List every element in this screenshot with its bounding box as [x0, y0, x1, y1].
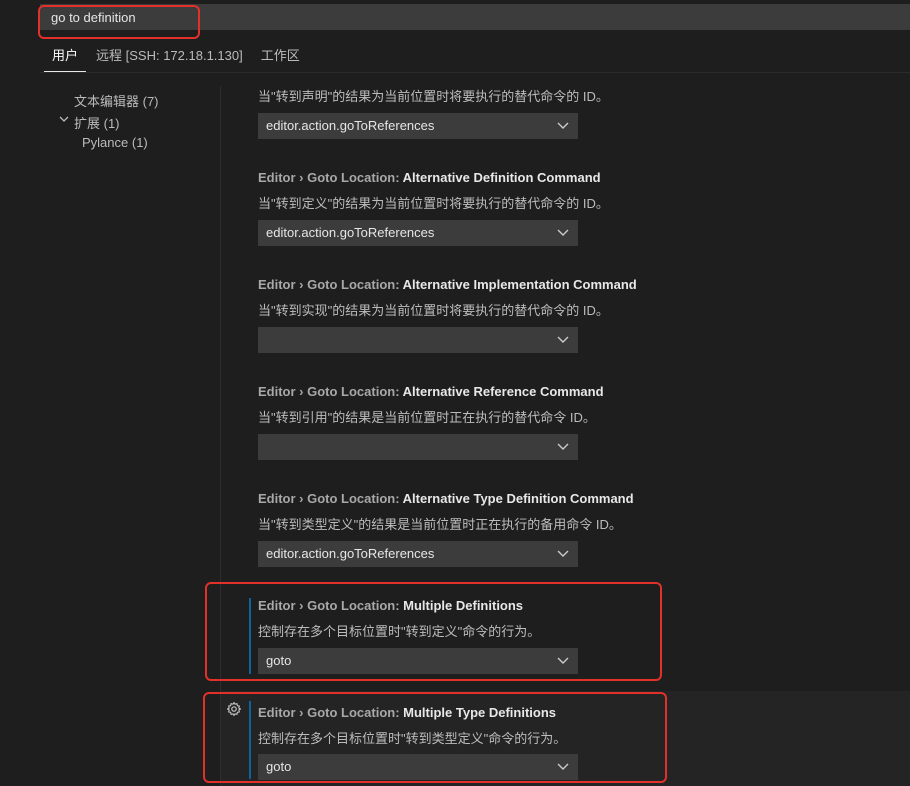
setting-name: Alternative Type Definition Command	[402, 491, 634, 506]
setting-title: Editor › Goto Location: Multiple Type De…	[258, 705, 556, 720]
settings-search-bar[interactable]	[40, 4, 910, 30]
chevron-down-icon	[557, 336, 569, 343]
toc-item-extensions[interactable]: 扩展 (1)	[74, 113, 120, 132]
dropdown-value: goto	[266, 653, 292, 668]
setting-name: Alternative Implementation Command	[402, 277, 637, 292]
toc-item-text-editor[interactable]: 文本编辑器 (7)	[74, 91, 159, 110]
setting-name: Multiple Definitions	[403, 598, 524, 613]
setting-title: Editor › Goto Location: Alternative Defi…	[258, 170, 601, 185]
setting-description: 控制存在多个目标位置时"转到定义"命令的行为。	[258, 624, 541, 639]
chevron-down-icon	[557, 122, 569, 129]
setting-category: Editor › Goto Location:	[258, 170, 403, 185]
setting-category: Editor › Goto Location:	[258, 277, 403, 292]
gear-icon[interactable]	[226, 701, 242, 717]
modified-indicator	[249, 701, 251, 779]
setting-multiple-type-definitions: Editor › Goto Location: Multiple Type De…	[221, 691, 910, 786]
setting-multiple-definitions: Editor › Goto Location: Multiple Definit…	[221, 598, 910, 705]
dropdown-value: editor.action.goToReferences	[266, 546, 435, 561]
setting-description: 当"转到声明"的结果为当前位置时将要执行的替代命令的 ID。	[258, 89, 609, 104]
setting-description: 当"转到实现"的结果为当前位置时将要执行的替代命令的 ID。	[258, 303, 609, 318]
setting-dropdown[interactable]: goto	[258, 754, 578, 780]
setting-title: Editor › Goto Location: Alternative Type…	[258, 491, 634, 506]
chevron-down-icon[interactable]	[58, 113, 70, 125]
setting-alternative-reference-command: Editor › Goto Location: Alternative Refe…	[221, 384, 910, 491]
modified-indicator	[249, 598, 251, 674]
setting-category: Editor › Goto Location:	[258, 705, 404, 720]
setting-name: Multiple Type Definitions	[403, 705, 557, 720]
setting-dropdown[interactable]	[258, 327, 578, 353]
setting-category: Editor › Goto Location:	[258, 598, 404, 613]
setting-title: Editor › Goto Location: Alternative Refe…	[258, 384, 604, 399]
setting-alternative-definition-command: Editor › Goto Location: Alternative Defi…	[221, 170, 910, 277]
setting-category: Editor › Goto Location:	[258, 384, 403, 399]
toc-item-pylance[interactable]: Pylance (1)	[82, 135, 148, 150]
setting-name: Alternative Definition Command	[402, 170, 601, 185]
setting-title: Editor › Goto Location: Alternative Impl…	[258, 277, 637, 292]
dropdown-value: goto	[266, 759, 292, 774]
setting-dropdown[interactable]: editor.action.goToReferences	[258, 220, 578, 246]
tab-user[interactable]: 用户	[44, 46, 87, 72]
setting-dropdown[interactable]: editor.action.goToReferences	[258, 541, 578, 567]
setting-description: 当"转到定义"的结果为当前位置时将要执行的替代命令的 ID。	[258, 196, 609, 211]
setting-dropdown[interactable]: goto	[258, 648, 578, 674]
chevron-down-icon	[557, 763, 569, 770]
setting-dropdown[interactable]: editor.action.goToReferences	[258, 113, 578, 139]
setting-description: 当"转到类型定义"的结果是当前位置时正在执行的备用命令 ID。	[258, 517, 622, 532]
setting-dropdown[interactable]	[258, 434, 578, 460]
setting-alternative-type-definition-command: Editor › Goto Location: Alternative Type…	[221, 491, 910, 598]
chevron-down-icon	[557, 443, 569, 450]
setting-description: 当"转到引用"的结果是当前位置时正在执行的替代命令 ID。	[258, 410, 596, 425]
setting-title: Editor › Goto Location: Multiple Definit…	[258, 598, 523, 613]
setting-name: Alternative Reference Command	[402, 384, 604, 399]
settings-search-input[interactable]	[40, 4, 910, 30]
setting-alternative-declaration-command: 当"转到声明"的结果为当前位置时将要执行的替代命令的 ID。 editor.ac…	[221, 63, 910, 170]
setting-alternative-implementation-command: Editor › Goto Location: Alternative Impl…	[221, 277, 910, 384]
chevron-down-icon	[557, 229, 569, 236]
setting-category: Editor › Goto Location:	[258, 491, 403, 506]
chevron-down-icon	[557, 550, 569, 557]
dropdown-value: editor.action.goToReferences	[266, 225, 435, 240]
setting-description: 控制存在多个目标位置时"转到类型定义"命令的行为。	[258, 731, 567, 746]
chevron-down-icon	[557, 657, 569, 664]
dropdown-value: editor.action.goToReferences	[266, 118, 435, 133]
